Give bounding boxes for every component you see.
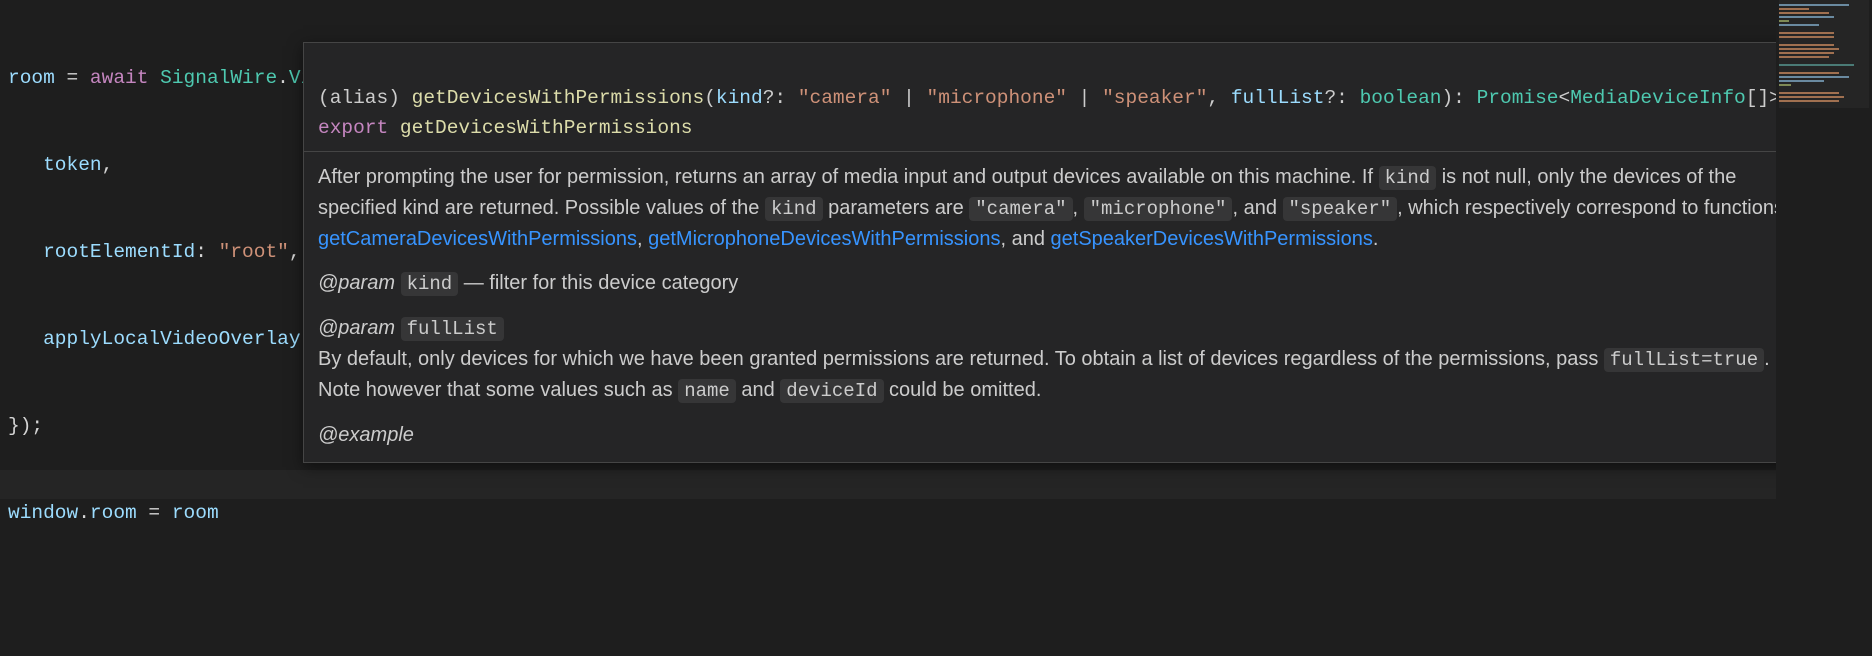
- token-var: room: [8, 67, 55, 89]
- sig-param-kind: kind: [716, 87, 763, 109]
- doc-text: , and: [1000, 228, 1050, 250]
- token-dot: .: [277, 67, 289, 89]
- minimap-line: [1779, 20, 1789, 22]
- doc-link-microphone[interactable]: getMicrophoneDevicesWithPermissions: [648, 228, 1000, 250]
- token-punc: ,: [102, 154, 114, 176]
- doc-link-camera[interactable]: getCameraDevicesWithPermissions: [318, 228, 637, 250]
- minimap-line: [1779, 80, 1824, 82]
- sig-sep: :: [774, 87, 797, 109]
- sig-pipe: |: [1067, 87, 1102, 109]
- sig-alias: (alias): [318, 87, 400, 109]
- minimap-line: [1779, 56, 1829, 58]
- token-punc: ,: [289, 241, 301, 263]
- token-punc: :: [195, 241, 218, 263]
- minimap-line: [1779, 96, 1844, 98]
- doc-code-chip: fullList: [401, 317, 504, 341]
- token-namespace: SignalWire: [160, 67, 277, 89]
- tooltip-documentation: After prompting the user for permission,…: [304, 152, 1828, 462]
- doc-code-chip: kind: [765, 197, 823, 221]
- token-var: room: [172, 502, 219, 524]
- minimap-line: [1779, 72, 1839, 74]
- doc-text: — filter for this device category: [458, 272, 738, 294]
- token-op: =: [55, 67, 90, 89]
- token-property: token: [43, 154, 102, 176]
- sig-return-inner: MediaDeviceInfo: [1570, 87, 1746, 109]
- doc-text: , which respectively correspond to funct…: [1397, 197, 1784, 219]
- token-indent: [8, 154, 43, 176]
- doc-example: @example: [318, 420, 1814, 450]
- doc-text: .: [1373, 228, 1379, 250]
- doc-code-chip: name: [678, 379, 736, 403]
- token-property: rootElementId: [43, 241, 195, 263]
- minimap-line: [1779, 84, 1791, 86]
- doc-code-chip: deviceId: [780, 379, 883, 403]
- sig-return-type: Promise: [1477, 87, 1559, 109]
- sig-brackets: []: [1746, 87, 1769, 109]
- minimap-line: [1779, 92, 1839, 94]
- minimap-line: [1779, 52, 1834, 54]
- minimap-line: [1779, 4, 1849, 6]
- doc-param-fulllist: @param fullList By default, only devices …: [318, 313, 1814, 406]
- doc-text: , and: [1232, 197, 1282, 219]
- sig-literal: "microphone": [927, 87, 1067, 109]
- sig-sep: :: [1336, 87, 1359, 109]
- doc-link-speaker[interactable]: getSpeakerDevicesWithPermissions: [1051, 228, 1373, 250]
- sig-export-keyword: export: [318, 117, 388, 139]
- doc-text: ,: [637, 228, 648, 250]
- minimap-line: [1779, 36, 1834, 38]
- hover-tooltip[interactable]: (alias) getDevicesWithPermissions(kind?:…: [303, 42, 1829, 463]
- doc-code-chip: kind: [401, 272, 459, 296]
- code-line[interactable]: window.room = room: [8, 499, 700, 528]
- doc-text: could be omitted.: [884, 379, 1042, 401]
- doc-text: ,: [1073, 197, 1084, 219]
- code-line-empty[interactable]: [8, 586, 700, 615]
- doc-code-chip: "microphone": [1084, 197, 1233, 221]
- minimap-line: [1779, 44, 1834, 46]
- token-property: room: [90, 502, 137, 524]
- token-indent: [8, 328, 43, 350]
- doc-paragraph: After prompting the user for permission,…: [318, 162, 1814, 254]
- sig-type: boolean: [1360, 87, 1442, 109]
- token-op: =: [137, 502, 172, 524]
- sig-optional: ?: [1324, 87, 1336, 109]
- doc-code-chip: "speaker": [1283, 197, 1398, 221]
- doc-code-chip: kind: [1379, 166, 1437, 190]
- token-string: "root": [219, 241, 289, 263]
- token-var: window: [8, 502, 78, 524]
- tooltip-signature: (alias) getDevicesWithPermissions(kind?:…: [304, 43, 1828, 152]
- sig-optional: ?: [763, 87, 775, 109]
- doc-param-tag: @param: [318, 272, 395, 294]
- doc-text: and: [736, 379, 780, 401]
- sig-literal: "speaker": [1102, 87, 1207, 109]
- token-dot: .: [78, 502, 90, 524]
- minimap-line: [1779, 32, 1834, 34]
- sig-export-name: getDevicesWithPermissions: [400, 117, 693, 139]
- token-keyword: await: [90, 67, 149, 89]
- doc-text: By default, only devices for which we ha…: [318, 348, 1604, 370]
- sig-literal: "camera": [798, 87, 892, 109]
- token-property: applyLocalVideoOverlay: [43, 328, 300, 350]
- minimap-line: [1779, 48, 1839, 50]
- minimap-line: [1779, 16, 1834, 18]
- minimap-line: [1779, 64, 1854, 66]
- minimap-line: [1779, 24, 1819, 26]
- doc-param-tag: @param: [318, 317, 395, 339]
- minimap-line: [1779, 12, 1829, 14]
- token-punc: });: [8, 415, 43, 437]
- minimap-line: [1779, 76, 1849, 78]
- doc-param-kind: @param kind — filter for this device cat…: [318, 268, 1814, 299]
- doc-code-chip: fullList=true: [1604, 348, 1764, 372]
- doc-example-tag: @example: [318, 424, 414, 446]
- doc-text: After prompting the user for permission,…: [318, 166, 1379, 188]
- sig-fn-name: getDevicesWithPermissions: [412, 87, 705, 109]
- sig-pipe: |: [891, 87, 926, 109]
- minimap[interactable]: [1776, 0, 1872, 656]
- doc-code-chip: "camera": [969, 197, 1072, 221]
- minimap-line: [1779, 8, 1809, 10]
- token-space: [148, 67, 160, 89]
- minimap-line: [1779, 100, 1839, 102]
- token-indent: [8, 241, 43, 263]
- sig-param-fulllist: fullList: [1231, 87, 1325, 109]
- doc-text: parameters are: [823, 197, 970, 219]
